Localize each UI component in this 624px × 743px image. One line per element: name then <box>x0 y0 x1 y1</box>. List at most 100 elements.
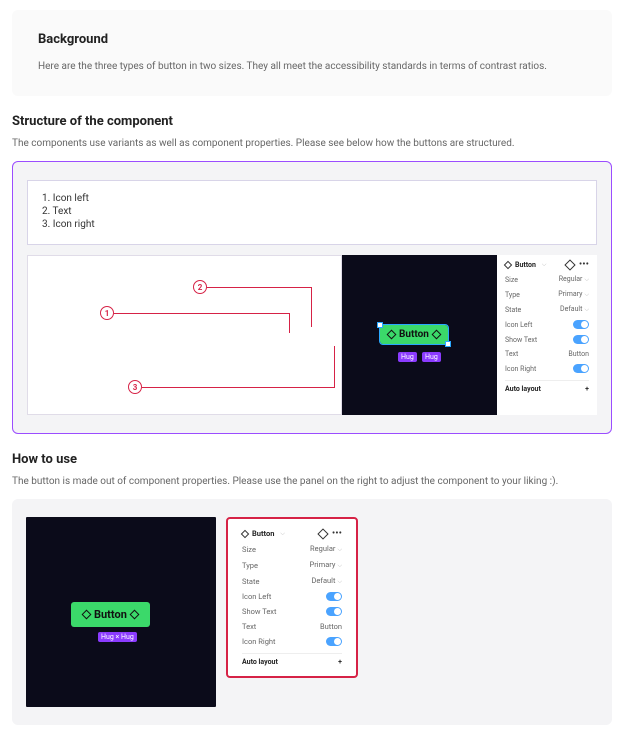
autolayout-label: Auto layout <box>505 385 541 393</box>
marker-3-circle: 3 <box>128 380 142 394</box>
howto-prop-icon-right[interactable]: Icon Right <box>242 634 342 649</box>
howto-more-icon[interactable]: ••• <box>332 532 342 536</box>
line-3v <box>334 346 335 388</box>
properties-panel: Button ⌵ ••• SizeRegular⌵ TypePrimary⌵ S… <box>497 255 597 415</box>
h-size-l: Size <box>242 545 256 554</box>
howto-component-name: Button <box>252 529 274 538</box>
legend-3: 3. Icon right <box>42 219 582 230</box>
howto-prop-text[interactable]: Text Button <box>242 619 342 634</box>
type-value: Primary <box>558 290 582 298</box>
component-name: Button <box>515 261 536 269</box>
howto-button-text: Button <box>94 608 127 621</box>
howto-chevron-down-icon: ⌵ <box>280 530 285 538</box>
showtext-toggle[interactable] <box>573 335 589 344</box>
h-state-l: State <box>242 577 259 586</box>
h-ir-t[interactable] <box>326 637 342 646</box>
prop-show-text[interactable]: Show Text <box>505 332 589 347</box>
prop-text[interactable]: Text Button <box>505 347 589 361</box>
add-icon[interactable]: + <box>585 385 589 393</box>
hug-tag-2: Hug <box>422 352 441 362</box>
size-label: Size <box>505 276 518 284</box>
howto-desc: The button is made out of component prop… <box>12 475 612 489</box>
state-value: Default <box>560 305 582 313</box>
target-icon[interactable] <box>564 259 575 270</box>
marker-2-circle: 2 <box>193 280 207 294</box>
iconleft-label: Icon Left <box>505 321 532 329</box>
h-il-l: Icon Left <box>242 592 271 601</box>
howto-prop-icon-left[interactable]: Icon Left <box>242 589 342 604</box>
props-header: Button ⌵ ••• <box>505 261 589 272</box>
state-label: State <box>505 306 521 314</box>
howto-prop-size[interactable]: SizeRegular⌵ <box>242 541 342 557</box>
h-size-v: Regular <box>310 544 335 553</box>
text-value: Button <box>568 350 589 358</box>
h-il-t[interactable] <box>326 592 342 601</box>
howto-button-component[interactable]: Button <box>71 602 150 627</box>
marker-1-circle: 1 <box>100 306 114 320</box>
panel-actions: ••• <box>566 261 589 269</box>
howto-auto-layout[interactable]: Auto layout + <box>242 653 342 666</box>
howto-add-icon[interactable]: + <box>338 658 342 666</box>
prop-type[interactable]: TypePrimary⌵ <box>505 287 589 302</box>
howto-canvas: Button Hug × Hug <box>26 517 216 707</box>
iconright-toggle[interactable] <box>573 364 589 373</box>
h-tx-l: Text <box>242 622 256 631</box>
howto-component-diamond-icon <box>241 529 249 537</box>
button-component[interactable]: Button <box>380 325 448 344</box>
howto-panel: Button Hug × Hug Button ⌵ ••• Size Regula… <box>12 499 612 725</box>
h-type-v: Primary <box>310 560 336 569</box>
howto-target-icon[interactable] <box>317 528 328 539</box>
line-2h <box>207 287 312 288</box>
line-1h <box>114 313 290 314</box>
h-ir-l: Icon Right <box>242 637 276 646</box>
prop-size[interactable]: SizeRegular⌵ <box>505 272 589 287</box>
hug-tag-1: Hug <box>398 352 417 362</box>
legend-2: 2. Text <box>42 206 582 217</box>
legend-1: 1. Icon left <box>42 193 582 204</box>
howto-prop-show-text[interactable]: Show Text <box>242 604 342 619</box>
icon-left-diamond-icon <box>387 330 397 340</box>
h-state-v: Default <box>311 576 335 585</box>
iconleft-toggle[interactable] <box>573 320 589 329</box>
background-card: Background Here are the three types of b… <box>12 10 612 96</box>
howto-title: How to use <box>12 452 612 467</box>
iconright-label: Icon Right <box>505 365 536 373</box>
more-icon[interactable]: ••• <box>579 263 589 267</box>
h-st-t[interactable] <box>326 607 342 616</box>
structure-layout: 2 1 3 Button Hug Hug Button ⌵ <box>27 255 597 415</box>
howto-prop-type[interactable]: TypePrimary⌵ <box>242 557 342 573</box>
howto-props-highlight: Button ⌵ ••• SizeRegular⌵ TypePrimary⌵ S… <box>226 517 358 678</box>
howto-props-header: Button ⌵ ••• <box>242 529 342 541</box>
text-label: Text <box>505 350 518 358</box>
howto-hug-tag: Hug × Hug <box>98 632 137 642</box>
button-text: Button <box>399 329 429 340</box>
prop-icon-right[interactable]: Icon Right <box>505 361 589 376</box>
howto-icon-right-diamond-icon <box>129 610 139 620</box>
line-2v <box>311 287 312 327</box>
chevron-down-icon: ⌵ <box>542 261 547 269</box>
howto-prop-state[interactable]: StateDefault⌵ <box>242 573 342 589</box>
line-1v <box>289 313 290 333</box>
prop-icon-left[interactable]: Icon Left <box>505 317 589 332</box>
howto-properties-panel: Button ⌵ ••• SizeRegular⌵ TypePrimary⌵ S… <box>232 523 352 672</box>
type-label: Type <box>505 291 520 299</box>
howto-icon-left-diamond-icon <box>82 610 92 620</box>
h-al-l: Auto layout <box>242 658 278 666</box>
icon-right-diamond-icon <box>431 330 441 340</box>
h-tx-v: Button <box>320 622 342 631</box>
canvas-dark: Button Hug Hug <box>342 255 497 415</box>
size-value: Regular <box>559 275 583 283</box>
h-st-l: Show Text <box>242 607 276 616</box>
structure-desc: The components use variants as well as c… <box>12 137 612 151</box>
background-title: Background <box>38 32 586 47</box>
line-3h <box>142 387 335 388</box>
auto-layout-row[interactable]: Auto layout + <box>505 380 589 393</box>
legend-box: 1. Icon left 2. Text 3. Icon right <box>27 180 597 245</box>
canvas-light: 2 1 3 <box>27 255 342 415</box>
structure-panel: 1. Icon left 2. Text 3. Icon right 2 1 3… <box>12 161 612 434</box>
prop-state[interactable]: StateDefault⌵ <box>505 302 589 317</box>
showtext-label: Show Text <box>505 336 537 344</box>
structure-title: Structure of the component <box>12 114 612 129</box>
component-diamond-icon <box>504 261 512 269</box>
h-type-l: Type <box>242 561 258 570</box>
